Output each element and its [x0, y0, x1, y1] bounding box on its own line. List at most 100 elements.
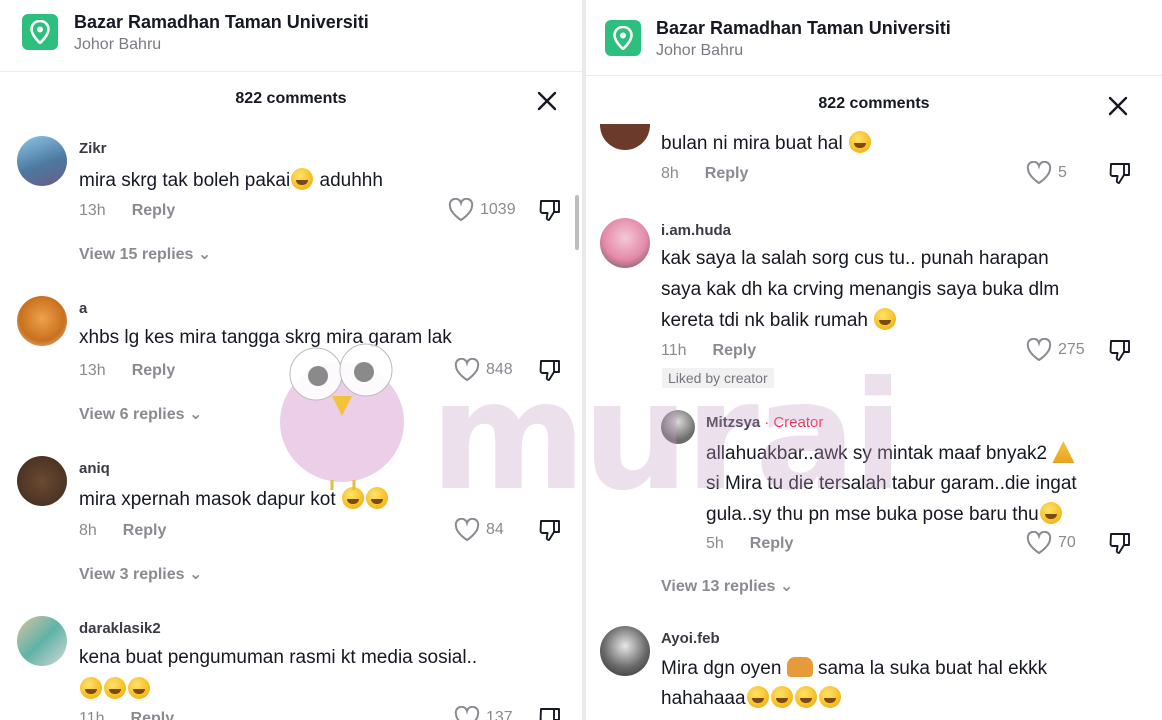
dislike-icon[interactable] — [538, 706, 562, 720]
comment-username[interactable]: Mitzsya · Creator — [706, 414, 823, 431]
view-replies-button[interactable]: View 13 replies ⌄ — [661, 576, 793, 596]
rofl-emoji — [770, 686, 793, 708]
rofl-emoji — [365, 487, 388, 509]
heart-icon — [454, 518, 480, 542]
like-button[interactable]: 70 — [1026, 531, 1076, 555]
pray-emoji — [1052, 441, 1075, 463]
avatar[interactable] — [661, 410, 695, 444]
comment-meta: 5h Reply — [706, 535, 794, 552]
comment-text: kak saya la salah sorg cus tu.. punah ha… — [661, 248, 1049, 269]
like-button[interactable]: 1039 — [448, 198, 516, 222]
like-button[interactable]: 5 — [1026, 161, 1067, 185]
avatar[interactable] — [600, 124, 650, 150]
comment-username[interactable]: aniq — [79, 460, 110, 477]
heart-icon — [1026, 338, 1052, 362]
pensive-emoji — [874, 308, 897, 330]
comment-meta: 11h Reply — [79, 710, 174, 720]
reply-button[interactable]: Reply — [132, 362, 176, 379]
comment-text: Mira dgn oyen sama la suka buat hal ekkk — [661, 657, 1048, 679]
dislike-icon[interactable] — [538, 358, 562, 382]
location-bar[interactable]: Bazar Ramadhan Taman Universiti Johor Ba… — [586, 0, 1162, 76]
comments-count: 822 comments — [818, 95, 930, 112]
location-pin-icon — [22, 14, 58, 50]
comment-text: kena buat pengumuman rasmi kt media sosi… — [79, 647, 478, 668]
comment-text: xhbs lg kes mira tangga skrg mira garam … — [79, 327, 452, 348]
comment-text: mira skrg tak boleh pakai aduhhh — [79, 168, 383, 191]
comment-username[interactable]: Zikr — [79, 140, 107, 157]
close-icon[interactable] — [536, 90, 558, 112]
comments-panel-right: Bazar Ramadhan Taman Universiti Johor Ba… — [586, 0, 1162, 720]
scrollbar[interactable] — [575, 195, 579, 250]
sweat-smile-emoji — [128, 677, 150, 699]
comment-meta: 8h Reply — [79, 522, 167, 539]
comment-username[interactable]: i.am.huda — [661, 222, 731, 239]
dislike-icon[interactable] — [1108, 161, 1132, 185]
like-button[interactable]: 84 — [454, 518, 504, 542]
view-replies-button[interactable]: View 15 replies ⌄ — [79, 244, 211, 264]
comment-username[interactable]: Ayoi.feb — [661, 630, 720, 647]
sweat-smile-emoji — [104, 677, 126, 699]
avatar[interactable] — [17, 136, 67, 186]
avatar[interactable] — [17, 456, 67, 506]
like-button[interactable]: 848 — [454, 358, 513, 382]
rofl-emoji — [794, 686, 817, 708]
comment-text: si Mira tu die tersalah tabur garam..die… — [706, 473, 1077, 494]
like-count: 1039 — [480, 201, 516, 218]
location-title: Bazar Ramadhan Taman Universiti — [74, 12, 369, 32]
avatar[interactable] — [600, 626, 650, 676]
comment-meta: 13h Reply — [79, 202, 176, 219]
liked-by-creator-badge: Liked by creator — [662, 368, 774, 388]
comment-text: mira xpernah masok dapur kot — [79, 484, 389, 515]
rofl-emoji — [746, 686, 769, 708]
creator-tag: · Creator — [764, 414, 824, 431]
close-icon[interactable] — [1107, 95, 1129, 117]
reply-button[interactable]: Reply — [131, 710, 175, 720]
comment-text: hahahaaa — [661, 683, 842, 714]
avatar[interactable] — [17, 616, 67, 666]
comment-text: kereta tdi nk balik rumah — [661, 305, 897, 336]
rofl-emoji — [818, 686, 841, 708]
like-count: 70 — [1058, 534, 1076, 551]
like-count: 275 — [1058, 341, 1085, 358]
comment-meta: 11h Reply — [661, 342, 757, 359]
comment-emoji-line — [79, 674, 151, 705]
location-title: Bazar Ramadhan Taman Universiti — [656, 18, 951, 38]
comment-text: allahuakbar..awk sy mintak maaf bnyak2 — [706, 438, 1075, 469]
dislike-icon[interactable] — [1108, 531, 1132, 555]
location-subtitle: Johor Bahru — [656, 42, 744, 59]
like-count: 84 — [486, 521, 504, 538]
sweat-smile-emoji — [291, 168, 314, 190]
like-count: 848 — [486, 361, 513, 378]
heart-icon — [448, 198, 474, 222]
location-pin-icon — [605, 20, 641, 56]
like-button[interactable]: 275 — [1026, 338, 1085, 362]
comment-username[interactable]: a — [79, 300, 87, 317]
cat-emoji — [786, 657, 813, 677]
like-count: 5 — [1058, 164, 1067, 181]
comments-count: 822 comments — [235, 90, 347, 107]
like-count: 137 — [486, 709, 513, 720]
reply-button[interactable]: Reply — [713, 342, 757, 359]
reply-button[interactable]: Reply — [705, 165, 749, 182]
heart-icon — [454, 706, 480, 720]
heart-icon — [454, 358, 480, 382]
reply-button[interactable]: Reply — [132, 202, 176, 219]
view-replies-button[interactable]: View 6 replies ⌄ — [79, 404, 202, 424]
location-bar[interactable]: Bazar Ramadhan Taman Universiti Johor Ba… — [0, 0, 582, 72]
dislike-icon[interactable] — [1108, 338, 1132, 362]
avatar[interactable] — [600, 218, 650, 268]
reply-button[interactable]: Reply — [123, 522, 167, 539]
comment-username[interactable]: daraklasik2 — [79, 620, 161, 637]
sweat-smile-emoji — [80, 677, 102, 699]
heart-icon — [1026, 161, 1052, 185]
comment-text: gula..sy thu pn mse buka pose baru thu — [706, 499, 1063, 530]
dislike-icon[interactable] — [538, 518, 562, 542]
dislike-icon[interactable] — [538, 198, 562, 222]
reply-button[interactable]: Reply — [750, 535, 794, 552]
avatar[interactable] — [17, 296, 67, 346]
joy-emoji — [848, 131, 871, 153]
comment-meta: 8h Reply — [661, 165, 749, 182]
comment-text: saya kak dh ka crving menangis saya buka… — [661, 279, 1060, 300]
like-button[interactable]: 137 — [454, 706, 513, 720]
view-replies-button[interactable]: View 3 replies ⌄ — [79, 564, 202, 584]
